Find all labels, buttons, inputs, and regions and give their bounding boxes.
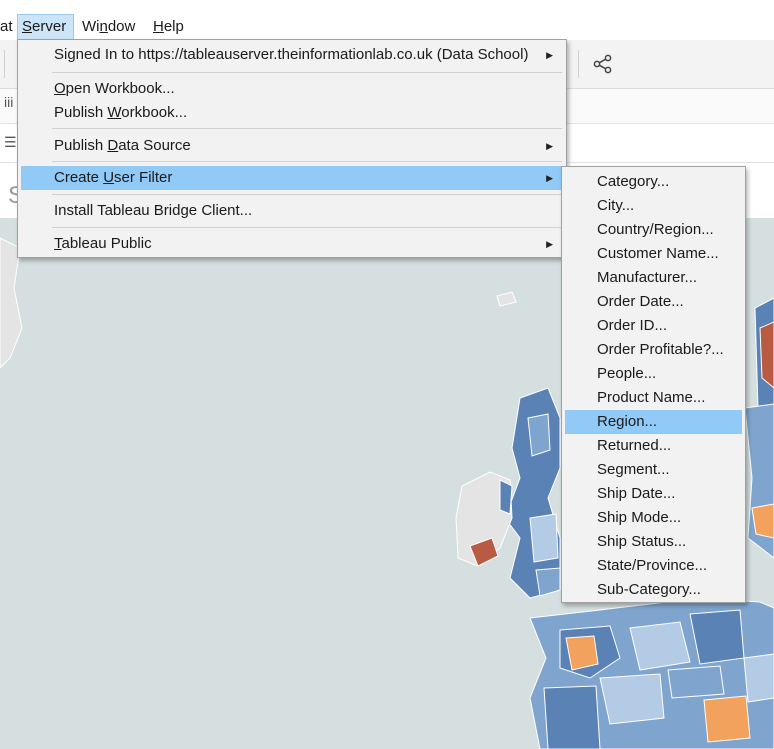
share-icon[interactable] [592,53,614,75]
menu-separator [52,161,562,162]
menu-item-mnemonic: O [54,80,66,97]
submenu-item-ship-status[interactable]: Ship Status... [565,530,742,554]
submenu-item-order-id[interactable]: Order ID... [565,314,742,338]
submenu-arrow-icon: ▶ [546,50,553,60]
map-region [529,513,559,563]
menu-window[interactable]: Window [78,14,139,40]
map-region [689,609,745,665]
submenu-item-manufacturer[interactable]: Manufacturer... [565,266,742,290]
submenu-item-people[interactable]: People... [565,362,742,386]
submenu-item-product-name[interactable]: Product Name... [565,386,742,410]
menu-item-label: pen Workbook... [65,80,175,97]
server-menu: Signed In to https://tableauserver.thein… [17,39,567,258]
columns-icon: iii [4,94,14,110]
menu-server-mnemonic: S [22,18,33,35]
map-region [565,635,599,671]
map-region [599,673,665,725]
menu-format[interactable]: at [0,14,17,40]
menu-server[interactable]: Server [17,14,74,40]
map-region [667,665,725,699]
menu-item-signed-in[interactable]: Signed In to https://tableauserver.thein… [21,43,563,67]
menu-item-label: Install Tableau Bridge Client... [54,202,253,219]
menu-item-install-bridge[interactable]: Install Tableau Bridge Client... [21,199,563,223]
toolbar-separator [578,50,579,78]
menu-window-mnemonic: n [99,18,108,35]
map-region [543,685,601,749]
map-region [527,413,551,457]
map-region [759,321,774,389]
menu-separator [52,128,562,129]
menu-item-publish-workbook[interactable]: Publish Workbook... [21,101,563,125]
menu-item-mnemonic: W [107,104,122,121]
menu-item-mnemonic: U [103,169,115,186]
user-filter-submenu: Category... City... Country/Region... Cu… [561,166,746,603]
map-region [743,653,774,703]
submenu-item-ship-mode[interactable]: Ship Mode... [565,506,742,530]
submenu-arrow-icon: ▶ [546,173,553,183]
submenu-item-customer-name[interactable]: Customer Name... [565,242,742,266]
submenu-item-city[interactable]: City... [565,194,742,218]
menu-item-create-user-filter[interactable]: Create User Filter ▶ [21,166,563,190]
submenu-item-state-province[interactable]: State/Province... [565,554,742,578]
submenu-item-sub-category[interactable]: Sub-Category... [565,578,742,602]
submenu-item-category[interactable]: Category... [565,170,742,194]
submenu-arrow-icon: ▶ [546,141,553,151]
menu-item-tableau-public[interactable]: Tableau Public ▶ [21,232,563,256]
submenu-item-segment[interactable]: Segment... [565,458,742,482]
submenu-item-ship-date[interactable]: Ship Date... [565,482,742,506]
menu-help-mnemonic: H [153,18,164,35]
menu-help[interactable]: Help [149,14,188,40]
menu-server-rest: erver [32,18,67,35]
menu-bar: at Server Window Help [0,14,774,40]
submenu-item-country-region[interactable]: Country/Region... [565,218,742,242]
submenu-item-order-date[interactable]: Order Date... [565,290,742,314]
menu-separator [52,194,562,195]
menu-separator [52,227,562,228]
menu-item-mnemonic: D [107,137,119,154]
toolbar-separator [4,50,5,78]
submenu-item-region[interactable]: Region... [565,410,742,434]
map-region [629,621,691,671]
submenu-item-returned[interactable]: Returned... [565,434,742,458]
menu-item-label: Signed In to https://tableauserver.thein… [54,46,529,63]
menu-item-open-workbook[interactable]: Open Workbook... [21,77,563,101]
map-region [703,695,751,743]
menu-separator [52,72,562,73]
submenu-arrow-icon: ▶ [546,239,553,249]
list-icon: ☰ [4,134,17,150]
menu-item-mnemonic: T [54,235,62,252]
map-region [499,479,513,515]
menu-item-publish-data-source[interactable]: Publish Data Source ▶ [21,134,563,158]
submenu-item-order-profitable[interactable]: Order Profitable?... [565,338,742,362]
